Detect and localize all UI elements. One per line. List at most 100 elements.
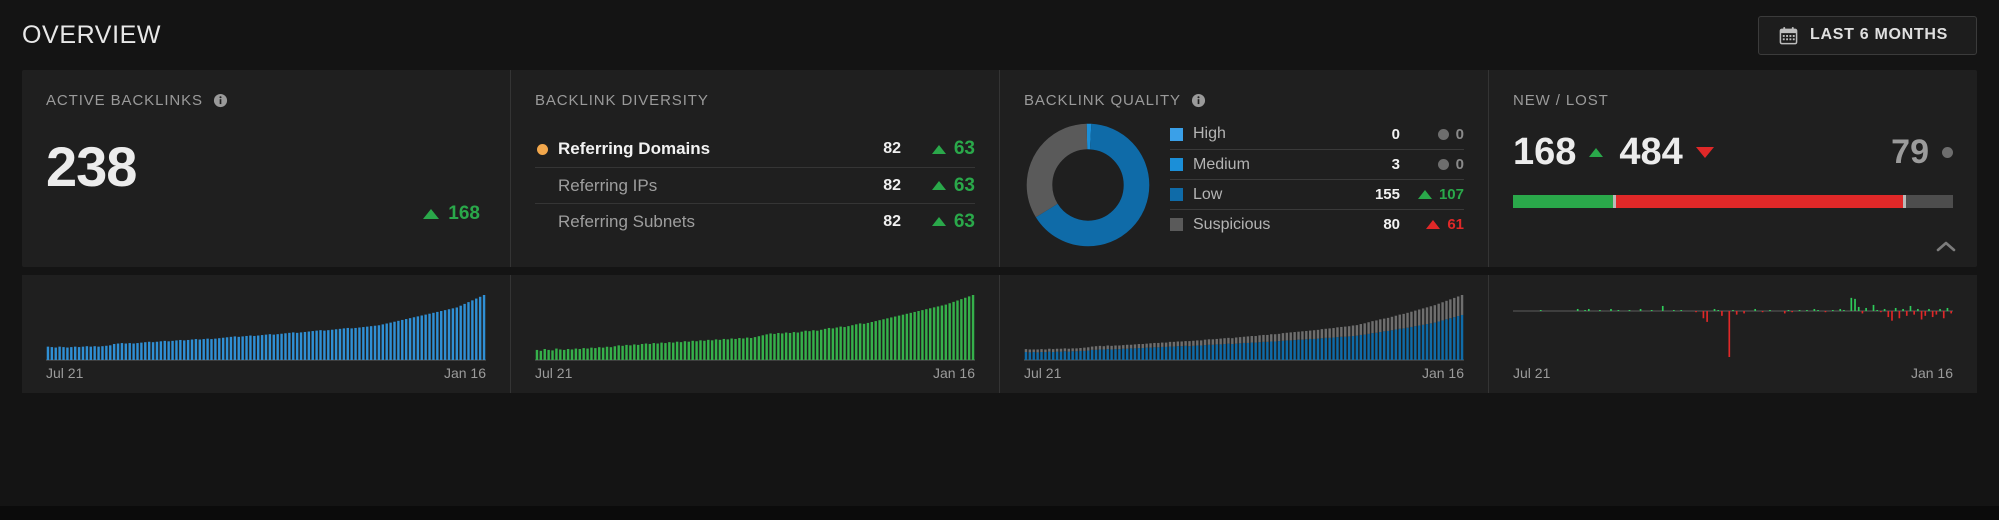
delta-value: 61 <box>1447 216 1464 233</box>
neutral-value: 79 <box>1891 135 1929 169</box>
new-lost-values: 168 484 79 <box>1513 133 1953 171</box>
axis-end-label: Jan 16 <box>1911 365 1953 381</box>
list-item-value: 82 <box>855 213 901 231</box>
trend-up-icon <box>423 209 439 219</box>
card-title-text: NEW / LOST <box>1513 92 1609 109</box>
sparkline-cards-row: Jul 21 Jan 16 Jul 21 Jan 16 Jul 21 Jan 1… <box>22 275 1977 393</box>
list-item-value: 82 <box>855 177 901 195</box>
list-item-referring-ips[interactable]: Referring IPs 82 63 <box>535 167 975 203</box>
legend-swatch-icon <box>1170 218 1183 231</box>
sparkline-axis: Jul 21 Jan 16 <box>535 365 975 381</box>
chevron-up-icon[interactable] <box>1933 237 1959 257</box>
list-item-delta: 63 <box>901 138 975 160</box>
active-backlinks-value: 238 <box>46 139 486 195</box>
delta-value: 168 <box>448 203 480 225</box>
card-title-active-backlinks: ACTIVE BACKLINKS <box>46 92 486 109</box>
card-backlink-diversity[interactable]: BACKLINK DIVERSITY Referring Domains 82 … <box>510 70 999 267</box>
delta-value: 63 <box>954 175 975 197</box>
trend-up-icon <box>1589 148 1603 157</box>
sparkline-card-new-lost[interactable]: Jul 21 Jan 16 <box>1488 275 1977 393</box>
page-header: OVERVIEW LAST 6 MONTHS <box>0 0 1999 70</box>
legend-label: Suspicious <box>1193 216 1366 234</box>
delta-value: 107 <box>1439 186 1464 203</box>
card-title-text: ACTIVE BACKLINKS <box>46 92 203 109</box>
legend-item-medium[interactable]: Medium 3 0 <box>1170 149 1464 179</box>
axis-start-label: Jul 21 <box>46 365 83 381</box>
legend-delta: 0 <box>1400 126 1464 143</box>
info-icon[interactable] <box>1191 93 1206 108</box>
active-backlinks-delta: 168 <box>423 203 480 225</box>
bullet-icon <box>537 180 548 191</box>
legend-label: Medium <box>1193 156 1366 174</box>
backlink-quality-sparkline <box>1024 291 1464 363</box>
legend-value: 0 <box>1366 126 1400 143</box>
legend-item-suspicious[interactable]: Suspicious 80 61 <box>1170 209 1464 239</box>
list-item-value: 82 <box>855 140 901 158</box>
trend-neutral-icon <box>1942 147 1953 158</box>
sparkline-card-active-backlinks[interactable]: Jul 21 Jan 16 <box>22 275 510 393</box>
legend-value: 3 <box>1366 156 1400 173</box>
referring-domains-sparkline <box>535 291 975 363</box>
delta-value: 0 <box>1456 156 1464 173</box>
date-range-button[interactable]: LAST 6 MONTHS <box>1758 16 1977 55</box>
axis-end-label: Jan 16 <box>933 365 975 381</box>
list-item-label: Referring IPs <box>558 176 855 196</box>
bar-segment-neutral <box>1906 195 1953 208</box>
bullet-icon <box>537 216 548 227</box>
legend-swatch-icon <box>1170 158 1183 171</box>
list-item-referring-subnets[interactable]: Referring Subnets 82 63 <box>535 203 975 239</box>
bottom-strip <box>0 506 1999 520</box>
quality-legend: High 0 0 Medium 3 0 <box>1170 119 1464 239</box>
trend-up-icon <box>1426 220 1440 229</box>
card-new-lost[interactable]: NEW / LOST 168 484 79 <box>1488 70 1977 267</box>
overview-dashboard: OVERVIEW LAST 6 MONTHS <box>0 0 1999 520</box>
trend-up-icon <box>932 217 946 226</box>
trend-up-icon <box>1418 190 1432 199</box>
delta-value: 63 <box>954 138 975 160</box>
bar-segment-new <box>1513 195 1613 208</box>
lost-value: 484 <box>1619 133 1682 171</box>
trend-neutral-icon <box>1438 159 1449 170</box>
axis-start-label: Jul 21 <box>535 365 572 381</box>
trend-up-icon <box>932 181 946 190</box>
sparkline-card-referring-domains[interactable]: Jul 21 Jan 16 <box>510 275 999 393</box>
new-lost-ratio-bar <box>1513 195 1953 208</box>
trend-down-icon <box>1696 147 1714 158</box>
card-backlink-quality[interactable]: BACKLINK QUALITY High <box>999 70 1488 267</box>
trend-up-icon <box>932 145 946 154</box>
legend-swatch-icon <box>1170 188 1183 201</box>
quality-body: High 0 0 Medium 3 0 <box>1024 115 1464 249</box>
active-backlinks-sparkline <box>46 291 486 363</box>
axis-start-label: Jul 21 <box>1024 365 1061 381</box>
list-item-delta: 63 <box>901 175 975 197</box>
card-title-backlink-diversity: BACKLINK DIVERSITY <box>535 92 975 109</box>
calendar-icon <box>1779 26 1798 45</box>
info-icon[interactable] <box>213 93 228 108</box>
card-active-backlinks[interactable]: ACTIVE BACKLINKS 238 168 <box>22 70 510 267</box>
row-divider <box>0 267 1999 275</box>
list-item-label: Referring Domains <box>558 139 855 159</box>
list-item-label: Referring Subnets <box>558 212 855 232</box>
legend-label: High <box>1193 125 1366 143</box>
legend-item-high[interactable]: High 0 0 <box>1170 119 1464 149</box>
list-item-referring-domains[interactable]: Referring Domains 82 63 <box>535 131 975 167</box>
list-item-delta: 63 <box>901 211 975 233</box>
legend-item-low[interactable]: Low 155 107 <box>1170 179 1464 209</box>
sparkline-axis: Jul 21 Jan 16 <box>46 365 486 381</box>
new-lost-sparkline <box>1513 291 1953 363</box>
card-title-text: BACKLINK DIVERSITY <box>535 92 709 109</box>
card-title-new-lost: NEW / LOST <box>1513 92 1953 109</box>
backlink-quality-donut <box>1024 121 1152 249</box>
new-value: 168 <box>1513 133 1576 171</box>
diversity-list: Referring Domains 82 63 Referring IPs 82… <box>535 131 975 239</box>
sparkline-axis: Jul 21 Jan 16 <box>1513 365 1953 381</box>
trend-neutral-icon <box>1438 129 1449 140</box>
delta-value: 63 <box>954 211 975 233</box>
delta-value: 0 <box>1456 126 1464 143</box>
bar-segment-lost <box>1616 195 1903 208</box>
page-title: OVERVIEW <box>22 21 161 50</box>
axis-start-label: Jul 21 <box>1513 365 1550 381</box>
legend-swatch-icon <box>1170 128 1183 141</box>
sparkline-card-backlink-quality[interactable]: Jul 21 Jan 16 <box>999 275 1488 393</box>
axis-end-label: Jan 16 <box>1422 365 1464 381</box>
